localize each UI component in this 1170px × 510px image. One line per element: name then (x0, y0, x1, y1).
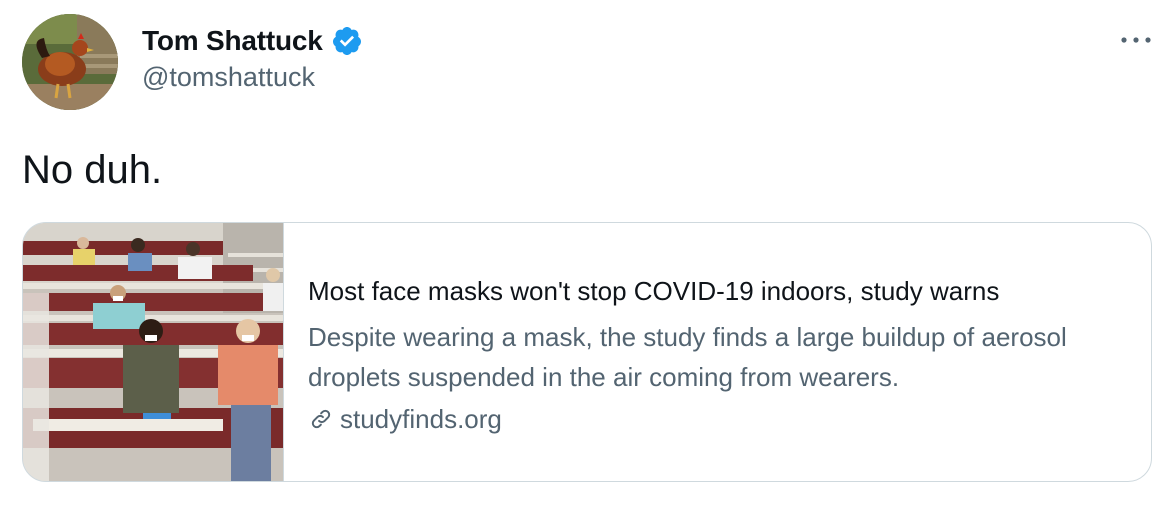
card-domain-row: studyfinds.org (308, 401, 1128, 437)
classroom-photo-icon (23, 223, 283, 481)
card-body: Most face masks won't stop COVID-19 indo… (308, 275, 1128, 437)
author-name[interactable]: Tom Shattuck (142, 25, 323, 57)
card-title: Most face masks won't stop COVID-19 indo… (308, 276, 1000, 306)
author-handle[interactable]: @tomshattuck (142, 62, 315, 93)
card-image (23, 223, 284, 481)
author-name-row[interactable]: Tom Shattuck (142, 22, 363, 60)
author-avatar[interactable] (22, 14, 118, 110)
card-description: Despite wearing a mask, the study finds … (308, 322, 1067, 392)
rooster-avatar-icon (22, 14, 118, 110)
verified-badge-icon (332, 27, 361, 55)
more-horizontal-icon[interactable] (1118, 28, 1154, 52)
link-preview-card[interactable]: Most face masks won't stop COVID-19 indo… (22, 222, 1152, 482)
card-domain: studyfinds.org (340, 404, 502, 434)
link-icon (311, 409, 331, 429)
tweet-text: No duh. (22, 148, 163, 192)
